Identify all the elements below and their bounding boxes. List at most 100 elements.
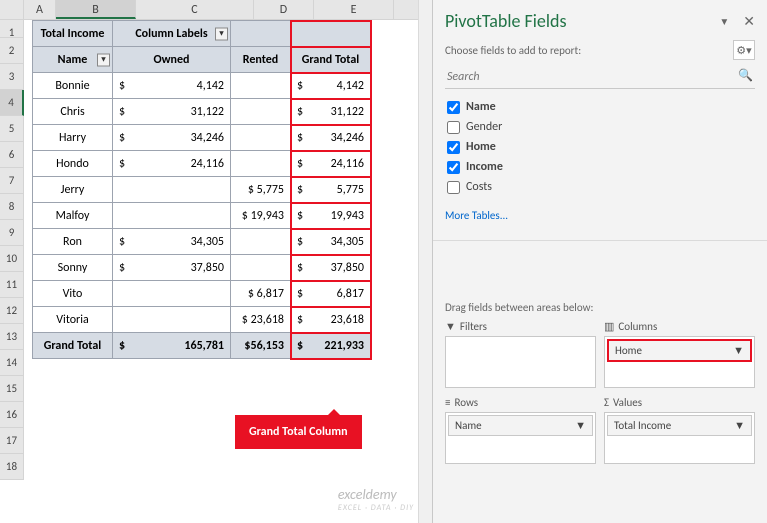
pivot-gt-cell[interactable]: $5,775 xyxy=(291,177,371,203)
pivot-name-cell[interactable]: Vito xyxy=(33,281,113,307)
pivot-name-cell[interactable]: Sonny xyxy=(33,255,113,281)
pivot-gt-cell[interactable]: $19,943 xyxy=(291,203,371,229)
field-checkbox[interactable] xyxy=(447,141,460,154)
select-all-corner[interactable] xyxy=(0,0,24,19)
pivot-grandtotal-header[interactable]: Grand Total xyxy=(291,47,371,73)
pivot-rented-cell[interactable] xyxy=(231,99,291,125)
search-input[interactable] xyxy=(445,66,755,89)
pane-dropdown-icon[interactable]: ▼ xyxy=(719,15,729,28)
row-header-18[interactable]: 18 xyxy=(0,454,24,480)
pivot-owned-header[interactable]: Owned xyxy=(113,47,231,73)
field-income[interactable]: Income xyxy=(445,157,755,177)
pivot-owned-cell[interactable] xyxy=(113,177,231,203)
filters-area[interactable] xyxy=(445,336,596,388)
row-header-9[interactable]: 9 xyxy=(0,220,24,246)
pivot-name-cell[interactable]: Jerry xyxy=(33,177,113,203)
dropdown-icon[interactable] xyxy=(215,27,228,40)
field-name[interactable]: Name xyxy=(445,97,755,117)
pivot-rented-cell[interactable] xyxy=(231,125,291,151)
values-area-item-income[interactable]: Total Income▼ xyxy=(607,415,752,436)
more-tables-link[interactable]: More Tables... xyxy=(445,209,755,222)
pivot-gt-cell[interactable]: $37,850 xyxy=(291,255,371,281)
pivot-rented-cell[interactable] xyxy=(231,229,291,255)
row-header-17[interactable]: 17 xyxy=(0,428,24,454)
field-gender[interactable]: Gender xyxy=(445,117,755,137)
pivot-gt-cell[interactable]: $6,817 xyxy=(291,281,371,307)
columns-area[interactable]: Home▼ xyxy=(604,336,755,388)
drag-areas-label: Drag fields between areas below: xyxy=(445,301,755,314)
pivot-gt-cell[interactable]: $31,122 xyxy=(291,99,371,125)
row-header-7[interactable]: 7 xyxy=(0,168,24,194)
pivot-owned-cell[interactable]: $34,246 xyxy=(113,125,231,151)
field-checkbox[interactable] xyxy=(447,161,460,174)
pivot-name-cell[interactable]: Ron xyxy=(33,229,113,255)
vertical-scrollbar[interactable] xyxy=(418,0,432,523)
gt-grand[interactable]: $221,933 xyxy=(291,333,371,359)
pivot-name-cell[interactable]: Malfoy xyxy=(33,203,113,229)
close-icon[interactable]: ✕ xyxy=(743,13,755,30)
field-costs[interactable]: Costs xyxy=(445,177,755,197)
pivot-rented-cell[interactable]: $ 6,817 xyxy=(231,281,291,307)
pivot-owned-cell[interactable]: $24,116 xyxy=(113,151,231,177)
col-header-b[interactable]: B xyxy=(56,0,136,19)
gt-rented[interactable]: $56,153 xyxy=(231,333,291,359)
columns-area-item-home[interactable]: Home▼ xyxy=(607,339,752,362)
row-header-1[interactable]: 1 xyxy=(0,20,24,38)
pivot-rented-header[interactable]: Rented xyxy=(231,47,291,73)
pivot-gt-cell[interactable]: $4,142 xyxy=(291,73,371,99)
pivot-name-cell[interactable]: Chris xyxy=(33,99,113,125)
row-header-15[interactable]: 15 xyxy=(0,376,24,402)
pivot-rented-cell[interactable]: $ 5,775 xyxy=(231,177,291,203)
rows-area-item-name[interactable]: Name▼ xyxy=(448,415,593,436)
pivot-rented-cell[interactable] xyxy=(231,73,291,99)
pivot-name-header[interactable]: Name xyxy=(33,47,113,73)
gear-icon[interactable]: ⚙▾ xyxy=(733,40,755,60)
pivot-gt-cell[interactable]: $34,305 xyxy=(291,229,371,255)
rows-area[interactable]: Name▼ xyxy=(445,412,596,464)
gt-owned[interactable]: $165,781 xyxy=(113,333,231,359)
row-header-4[interactable]: 4 xyxy=(0,90,24,116)
pivot-owned-cell[interactable]: $34,305 xyxy=(113,229,231,255)
pivot-owned-cell[interactable] xyxy=(113,281,231,307)
row-header-12[interactable]: 12 xyxy=(0,298,24,324)
field-checkbox[interactable] xyxy=(447,181,460,194)
row-header-13[interactable]: 13 xyxy=(0,324,24,350)
col-header-e[interactable]: E xyxy=(314,0,394,19)
pivot-owned-cell[interactable] xyxy=(113,307,231,333)
pivot-owned-cell[interactable]: $31,122 xyxy=(113,99,231,125)
gt-row-label[interactable]: Grand Total xyxy=(33,333,113,359)
pivot-rented-cell[interactable]: $ 19,943 xyxy=(231,203,291,229)
pivot-name-cell[interactable]: Hondo xyxy=(33,151,113,177)
pivot-column-labels[interactable]: Column Labels xyxy=(113,21,231,47)
pivot-gt-cell[interactable]: $23,618 xyxy=(291,307,371,333)
dropdown-icon[interactable] xyxy=(97,53,110,66)
pivot-owned-cell[interactable] xyxy=(113,203,231,229)
pivot-rented-cell[interactable]: $ 23,618 xyxy=(231,307,291,333)
pivot-name-cell[interactable]: Vitoria xyxy=(33,307,113,333)
col-header-a[interactable]: A xyxy=(24,0,56,19)
field-home[interactable]: Home xyxy=(445,137,755,157)
pivot-owned-cell[interactable]: $37,850 xyxy=(113,255,231,281)
field-checkbox[interactable] xyxy=(447,121,460,134)
pivot-rented-cell[interactable] xyxy=(231,255,291,281)
pivot-corner[interactable]: Total Income xyxy=(33,21,113,47)
row-header-2[interactable]: 2 xyxy=(0,38,24,64)
row-header-10[interactable]: 10 xyxy=(0,246,24,272)
values-area[interactable]: Total Income▼ xyxy=(604,412,755,464)
pivot-rented-cell[interactable] xyxy=(231,151,291,177)
pivot-name-cell[interactable]: Harry xyxy=(33,125,113,151)
field-checkbox[interactable] xyxy=(447,101,460,114)
col-header-c[interactable]: C xyxy=(136,0,254,19)
row-header-14[interactable]: 14 xyxy=(0,350,24,376)
row-header-11[interactable]: 11 xyxy=(0,272,24,298)
pivot-owned-cell[interactable]: $4,142 xyxy=(113,73,231,99)
pivot-gt-cell[interactable]: $24,116 xyxy=(291,151,371,177)
row-header-8[interactable]: 8 xyxy=(0,194,24,220)
pivot-name-cell[interactable]: Bonnie xyxy=(33,73,113,99)
col-header-d[interactable]: D xyxy=(254,0,314,19)
row-header-6[interactable]: 6 xyxy=(0,142,24,168)
row-header-5[interactable]: 5 xyxy=(0,116,24,142)
row-header-16[interactable]: 16 xyxy=(0,402,24,428)
pivot-gt-cell[interactable]: $34,246 xyxy=(291,125,371,151)
row-header-3[interactable]: 3 xyxy=(0,64,24,90)
